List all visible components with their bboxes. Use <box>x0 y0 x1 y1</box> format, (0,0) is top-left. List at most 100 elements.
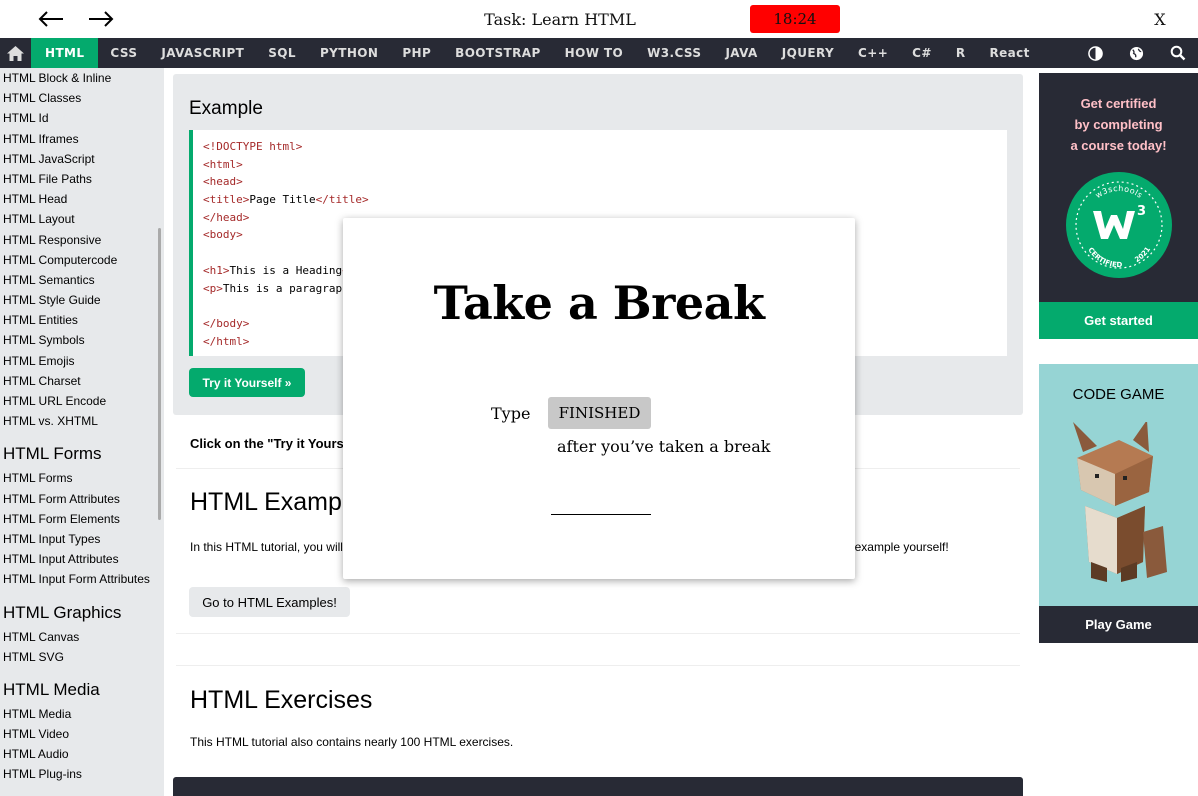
sidebar-item-html-svg[interactable]: HTML SVG <box>0 647 164 667</box>
code-text: Page Title <box>249 193 316 207</box>
theme-toggle-icon[interactable] <box>1075 45 1116 61</box>
sidebar-scrollbar[interactable] <box>158 228 161 520</box>
nav-item-html[interactable]: HTML <box>31 38 99 68</box>
sidebar-item-html-classes[interactable]: HTML Classes <box>0 88 164 108</box>
try-it-yourself-button[interactable]: Try it Yourself » <box>189 368 305 397</box>
code-text: This is a paragraph. <box>222 281 356 295</box>
code-tag: <html> <box>203 157 243 171</box>
task-bar: Task: Learn HTML 18:24 X <box>0 0 1198 38</box>
sidebar-item-html-file-paths[interactable]: HTML File Paths <box>0 169 164 189</box>
code-tag: <!DOCTYPE html> <box>203 140 303 153</box>
nav-item-react[interactable]: React <box>977 38 1041 68</box>
sidebar-item-html-url-encode[interactable]: HTML URL Encode <box>0 391 164 411</box>
sidebar-item-html-media[interactable]: HTML Media <box>0 704 164 724</box>
code-tag: </head> <box>203 210 250 224</box>
code-tag: <head> <box>203 175 243 189</box>
sidebar-item-html-head[interactable]: HTML Head <box>0 189 164 209</box>
nav-item-c[interactable]: C++ <box>846 38 900 68</box>
sidebar-item-html-video[interactable]: HTML Video <box>0 724 164 744</box>
home-icon[interactable] <box>0 38 31 68</box>
finished-input[interactable] <box>551 493 651 515</box>
nav-item-w3-css[interactable]: W3.CSS <box>635 38 713 68</box>
sidebar-item-html-responsive[interactable]: HTML Responsive <box>0 230 164 250</box>
cert-line: Get certified <box>1080 96 1157 111</box>
sidebar-item-html-input-types[interactable]: HTML Input Types <box>0 529 164 549</box>
sidebar-item-html-charset[interactable]: HTML Charset <box>0 371 164 391</box>
nav-item-jquery[interactable]: JQUERY <box>770 38 846 68</box>
code-game-ad[interactable]: CODE GAME Play Game <box>1039 364 1198 643</box>
code-tag: <title> <box>203 193 250 207</box>
take-a-break-modal: Take a Break Type FINISHED after you’ve … <box>343 218 855 579</box>
sidebar-item-html-id[interactable]: HTML Id <box>0 108 164 128</box>
exercises-text: This HTML tutorial also contains nearly … <box>190 735 514 749</box>
certification-ad[interactable]: Get certified by completing a course tod… <box>1039 73 1198 339</box>
play-game-button[interactable]: Play Game <box>1039 606 1198 643</box>
sidebar-item-html-forms[interactable]: HTML Forms <box>0 468 164 488</box>
cert-promo-text: Get certified by completing a course tod… <box>1039 93 1198 156</box>
dark-banner <box>173 777 1023 796</box>
sidebar-item-html-canvas[interactable]: HTML Canvas <box>0 627 164 647</box>
search-icon[interactable] <box>1157 45 1198 61</box>
sidebar-heading: HTML Forms <box>3 444 102 464</box>
sidebar-item-html-emojis[interactable]: HTML Emojis <box>0 351 164 371</box>
sidebar-heading: HTML Graphics <box>3 602 122 622</box>
sidebar-item-html-block-inline[interactable]: HTML Block & Inline <box>0 68 164 88</box>
sidebar-item-html-input-attributes[interactable]: HTML Input Attributes <box>0 549 164 569</box>
game-title: CODE GAME <box>1072 386 1165 403</box>
sidebar-item-html-style-guide[interactable]: HTML Style Guide <box>0 290 164 310</box>
nav-item-sql[interactable]: SQL <box>256 38 308 68</box>
code-tag: </title> <box>315 193 369 207</box>
get-started-button[interactable]: Get started <box>1039 302 1198 339</box>
code-tag: <h1> <box>203 263 230 277</box>
code-line: <!DOCTYPE html> <box>203 138 997 156</box>
close-button[interactable]: X <box>1148 8 1172 32</box>
nav-item-java[interactable]: JAVA <box>713 38 769 68</box>
code-text: This is a Heading <box>229 263 343 277</box>
after-break-text: after you’ve taken a break <box>557 437 771 456</box>
countdown-timer: 18:24 <box>750 5 840 33</box>
sidebar-item-html-layout[interactable]: HTML Layout <box>0 209 164 229</box>
code-tag: </html> <box>203 334 250 348</box>
sidebar-item-html-form-elements[interactable]: HTML Form Elements <box>0 509 164 529</box>
cert-line: a course today! <box>1070 138 1167 153</box>
sidebar-item-html-iframes[interactable]: HTML Iframes <box>0 129 164 149</box>
nav-item-python[interactable]: PYTHON <box>308 38 390 68</box>
exercises-heading: HTML Exercises <box>190 686 373 714</box>
nav-item-bootstrap[interactable]: BOOTSTRAP <box>443 38 553 68</box>
code-line: <head> <box>203 173 997 191</box>
code-line: <html> <box>203 156 997 174</box>
type-label: Type <box>491 404 531 423</box>
sidebar-item-html-audio[interactable]: HTML Audio <box>0 744 164 764</box>
sidebar-item-html-javascript[interactable]: HTML JavaScript <box>0 149 164 169</box>
sidebar-item-html-input-form-attributes[interactable]: HTML Input Form Attributes <box>0 569 164 589</box>
sidebar-heading: HTML Media <box>3 679 100 699</box>
nav-item-c[interactable]: C# <box>900 38 944 68</box>
svg-text:3: 3 <box>1137 204 1146 219</box>
sidebar-item-html-computercode[interactable]: HTML Computercode <box>0 250 164 270</box>
sidebar-item-html-symbols[interactable]: HTML Symbols <box>0 330 164 350</box>
code-tag: </body> <box>203 316 250 330</box>
task-title: Task: Learn HTML <box>484 10 636 29</box>
top-navigation: HTML CSS JAVASCRIPT SQL PYTHON PHP BOOTSTRAP HO… <box>0 38 1198 68</box>
divider <box>176 665 1020 666</box>
divider <box>176 633 1020 634</box>
finished-keyword: FINISHED <box>548 397 651 429</box>
globe-icon[interactable] <box>1116 46 1157 61</box>
code-tag: <p> <box>203 281 223 295</box>
nav-item-how-to[interactable]: HOW TO <box>553 38 635 68</box>
nav-item-r[interactable]: R <box>944 38 978 68</box>
cert-line: by completing <box>1074 117 1163 132</box>
sidebar-item-html-vs-xhtml[interactable]: HTML vs. XHTML <box>0 411 164 431</box>
certified-badge-icon: w3schools CERTIFIED 2021 3 <box>1066 172 1172 278</box>
sidebar: HTML Block & Inline HTML Classes HTML Id HT… <box>0 68 164 796</box>
sidebar-item-html-plug-ins[interactable]: HTML Plug-ins <box>0 764 164 784</box>
lynx-mascot-icon <box>1073 422 1167 582</box>
nav-item-php[interactable]: PHP <box>390 38 443 68</box>
nav-item-javascript[interactable]: JAVASCRIPT <box>149 38 256 68</box>
sidebar-item-html-semantics[interactable]: HTML Semantics <box>0 270 164 290</box>
sidebar-item-html-form-attributes[interactable]: HTML Form Attributes <box>0 489 164 509</box>
sidebar-item-html-entities[interactable]: HTML Entities <box>0 310 164 330</box>
go-to-examples-button[interactable]: Go to HTML Examples! <box>189 587 350 617</box>
example-title: Example <box>189 98 263 119</box>
nav-item-css[interactable]: CSS <box>98 38 149 68</box>
